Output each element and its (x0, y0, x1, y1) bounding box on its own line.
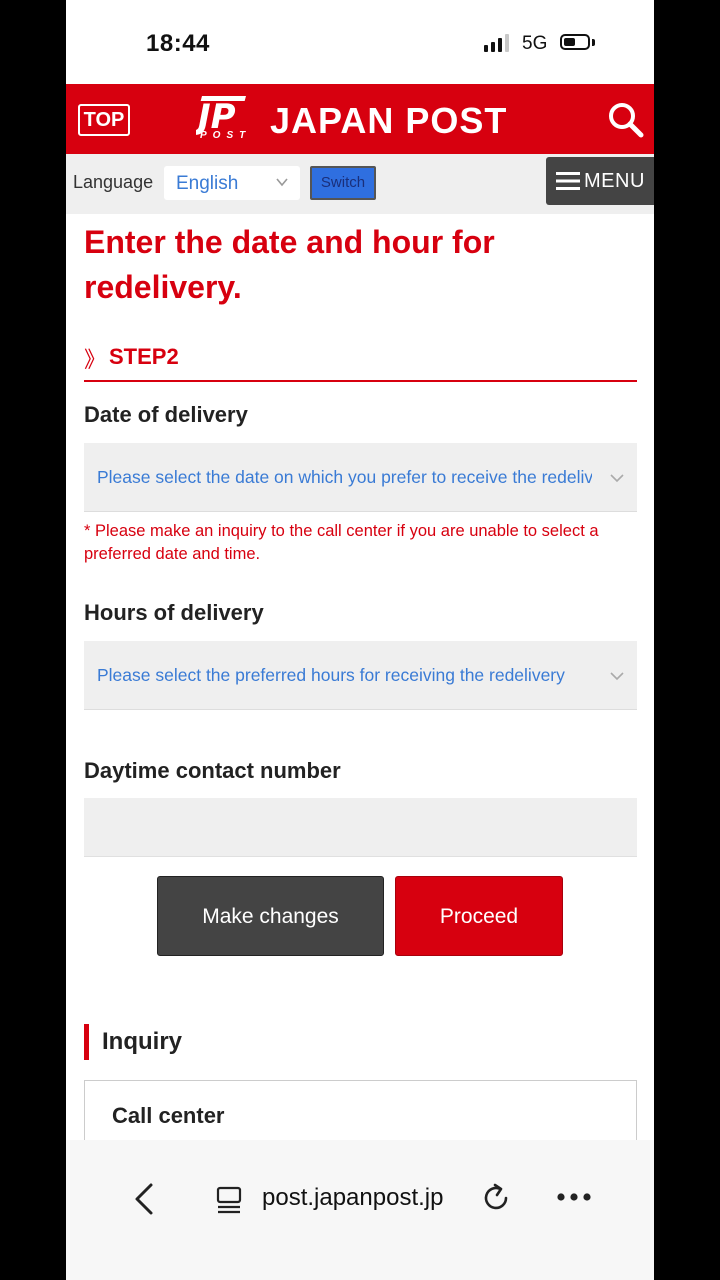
daytime-contact-label: Daytime contact number (84, 758, 341, 783)
status-time: 18:44 (146, 30, 210, 57)
date-of-delivery-select[interactable]: Please select the date on which you pref… (84, 443, 637, 512)
hours-of-delivery-select[interactable]: Please select the preferred hours for re… (84, 641, 637, 710)
hamburger-icon (556, 172, 580, 190)
signal-icon (484, 34, 509, 52)
tabs-icon[interactable] (216, 1186, 242, 1214)
reload-icon[interactable] (482, 1183, 512, 1213)
page-title: Enter the date and hour for redelivery. (84, 224, 495, 305)
chevron-left-icon[interactable] (132, 1182, 156, 1216)
hours-select-placeholder: Please select the preferred hours for re… (97, 665, 565, 685)
switch-language-button[interactable]: Switch (310, 166, 376, 200)
language-bar: Language English Switch MENU (66, 154, 654, 214)
date-select-placeholder: Please select the date on which you pref… (97, 467, 592, 487)
logo-text: JAPAN POST (270, 100, 508, 141)
language-selected-value: English (176, 173, 239, 194)
step-arrow-icon: 》 (84, 347, 107, 372)
proceed-button[interactable]: Proceed (395, 876, 563, 956)
step-heading: 》 STEP2 (84, 342, 637, 382)
battery-tip (592, 39, 595, 46)
date-of-delivery-label: Date of delivery (84, 402, 248, 427)
call-center-label: Call center (112, 1103, 225, 1128)
url-text[interactable]: post.japanpost.jp (262, 1184, 443, 1212)
daytime-contact-input[interactable] (84, 798, 637, 857)
chevron-down-icon (276, 178, 288, 187)
battery-icon (560, 34, 590, 50)
chevron-down-icon (610, 474, 624, 483)
make-changes-button[interactable]: Make changes (157, 876, 384, 956)
battery-level (564, 38, 575, 46)
japan-post-logo[interactable]: JP POST JAPAN POST (196, 94, 536, 146)
network-label: 5G (522, 33, 548, 54)
menu-button[interactable]: MENU (546, 157, 654, 205)
language-select[interactable]: English (164, 166, 300, 200)
phone-screen: 18:44 5G TOP JP POST JAPAN POST Language… (66, 0, 654, 1280)
logo-sub-text: POST (200, 130, 252, 141)
status-bar: 18:44 5G (66, 0, 654, 84)
site-header: TOP JP POST JAPAN POST (66, 84, 654, 154)
menu-label: MENU (584, 170, 645, 192)
inquiry-heading: Inquiry (84, 1024, 182, 1060)
chevron-down-icon (610, 672, 624, 681)
language-label: Language (73, 172, 154, 192)
browser-toolbar: post.japanpost.jp (66, 1140, 654, 1280)
hours-of-delivery-label: Hours of delivery (84, 600, 264, 625)
call-center-note: * Please make an inquiry to the call cen… (84, 522, 599, 563)
step-label: STEP2 (109, 344, 179, 369)
more-icon[interactable] (556, 1192, 592, 1202)
search-icon[interactable] (606, 100, 646, 140)
top-button[interactable]: TOP (78, 104, 130, 136)
